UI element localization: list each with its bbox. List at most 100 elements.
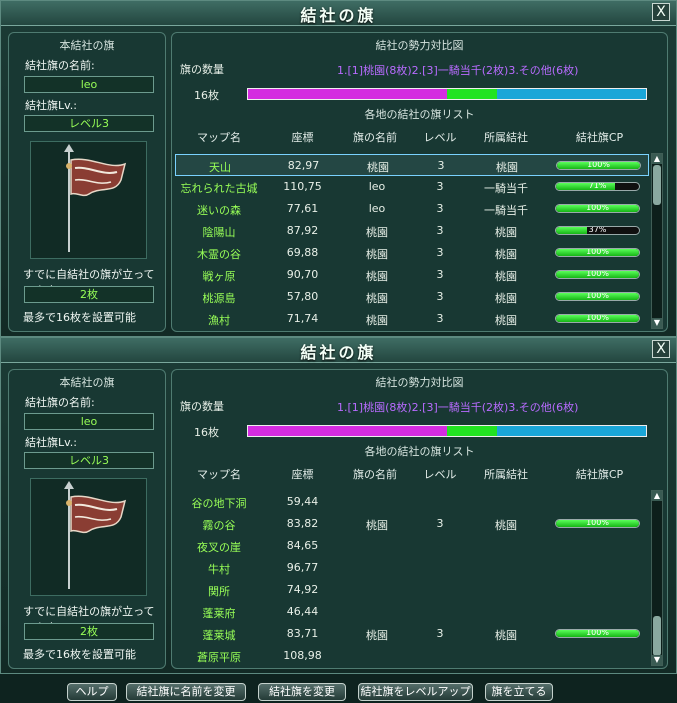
coordinates: 59,44 (286, 495, 319, 508)
flag-level: 3 (436, 202, 444, 215)
place-flag-button[interactable]: 旗を立てる (485, 683, 553, 701)
cp-percent: 71% (588, 182, 607, 190)
map-name: 戦ヶ原 (202, 270, 236, 283)
power-legend: 1.[1]桃園(8枚)2.[3]一騎当千(2枚)3.その他(6枚) (337, 399, 578, 415)
help-button[interactable]: ヘルプ (67, 683, 117, 701)
table-row[interactable]: 蓬莱府 46,44 (175, 601, 649, 623)
table-row[interactable]: 関所 74,92 (175, 579, 649, 601)
table-row[interactable]: 迷いの森 77,61 leo 3 一騎当千 100% (175, 198, 649, 220)
scroll-down-button[interactable]: ▼ (652, 655, 662, 665)
scroll-up-button[interactable]: ▲ (652, 154, 662, 164)
table-row[interactable]: 夜叉の崖 84,65 (175, 535, 649, 557)
map-name: 蓬莱城 (202, 629, 236, 642)
flag-list-title: 各地の結社の旗リスト (364, 108, 475, 121)
guild-flag-window-2: 結社の旗 X 本結社の旗 結社旗の名前: leo 結社旗Lv.: レベル3 すで… (0, 337, 677, 674)
window-title: 結社の旗 (300, 6, 377, 25)
cp-percent: 100% (586, 629, 609, 637)
cp-progress-bar: 100% (555, 314, 640, 323)
flag-level: 3 (436, 224, 444, 237)
table-row[interactable]: 天山 82,97 桃園 3 桃園 100% (175, 154, 649, 176)
cp-progress-bar: 100% (555, 204, 640, 213)
table-row[interactable]: 谷の地下洞 59,44 (175, 491, 649, 513)
table-row[interactable]: 忘れられた古城 110,75 leo 3 一騎当千 71% (175, 176, 649, 198)
table-row[interactable]: 陰陽山 87,92 桃園 3 桃園 37% (175, 220, 649, 242)
change-flag-button[interactable]: 結社旗を変更 (258, 683, 346, 701)
guild-flag-image (64, 481, 127, 589)
scroll-thumb[interactable] (653, 616, 661, 656)
cp-percent: 100% (587, 161, 610, 169)
flag-name-field: leo (24, 413, 154, 430)
map-name: 桃源島 (202, 292, 236, 305)
rename-flag-button[interactable]: 結社旗に名前を変更 (126, 683, 246, 701)
coordinates: 83,71 (286, 627, 319, 640)
coordinates: 108,98 (283, 649, 322, 662)
close-button[interactable]: X (652, 340, 670, 358)
list-scrollbar[interactable]: ▲ ▼ (651, 490, 663, 666)
flag-count-label: 旗の数量 (180, 63, 224, 76)
col-level[interactable]: レベル (422, 466, 458, 482)
col-guild[interactable]: 所属結社 (465, 129, 547, 145)
power-bar-other (496, 426, 646, 436)
cp-progress-bar: 100% (555, 270, 640, 279)
levelup-flag-button[interactable]: 結社旗をレベルアップ (358, 683, 473, 701)
cp-progress-bar: 100% (556, 161, 641, 170)
scroll-down-button[interactable]: ▼ (652, 318, 662, 328)
col-flag-name[interactable]: 旗の名前 (342, 466, 408, 482)
scroll-up-button[interactable]: ▲ (652, 491, 662, 501)
flag-level: 3 (436, 627, 444, 640)
owning-guild: 桃園 (496, 161, 518, 174)
cp-percent: 100% (586, 270, 609, 278)
table-row[interactable]: 牛村 96,77 (175, 557, 649, 579)
power-bar-other (496, 89, 646, 99)
table-row[interactable]: 霧の谷 83,82 桃園 3 桃園 100% (175, 513, 649, 535)
scroll-thumb[interactable] (653, 165, 661, 205)
table-row[interactable]: 蓬莱城 83,71 桃園 3 桃園 100% (175, 623, 649, 645)
col-cp[interactable]: 結社旗CP (557, 466, 642, 482)
flag-level-label: 結社旗Lv.: (25, 99, 77, 112)
map-name: 夜叉の崖 (197, 541, 241, 554)
col-level[interactable]: レベル (422, 129, 458, 145)
col-coord[interactable]: 座標 (275, 129, 330, 145)
map-name: 陰陽山 (202, 226, 236, 239)
guild-flag-image (64, 144, 127, 252)
bottom-button-bar: ヘルプ 結社旗に名前を変更 結社旗を変更 結社旗をレベルアップ 旗を立てる (0, 675, 677, 703)
power-comparison-title: 結社の勢力対比図 (375, 39, 464, 52)
cp-percent: 100% (586, 248, 609, 256)
flag-level: 3 (436, 246, 444, 259)
map-name: 天山 (209, 161, 231, 174)
flag-preview (30, 478, 147, 596)
table-row[interactable]: 桃源島 57,80 桃園 3 桃園 100% (175, 286, 649, 308)
close-button[interactable]: X (652, 3, 670, 21)
own-guild-flag-panel: 本結社の旗 結社旗の名前: leo 結社旗Lv.: レベル3 すでに自結社の旗が… (8, 369, 166, 669)
flag-level: 3 (436, 268, 444, 281)
flag-level: 3 (437, 159, 445, 172)
title-bar: 結社の旗 X (1, 1, 676, 26)
table-row[interactable]: 木霊の谷 69,88 桃園 3 桃園 100% (175, 242, 649, 264)
cp-percent: 100% (586, 519, 609, 527)
guild-power-panel: 結社の勢力対比図 旗の数量 1.[1]桃園(8枚)2.[3]一騎当千(2枚)3.… (171, 32, 668, 332)
cp-percent: 100% (586, 292, 609, 300)
own-flag-section-title: 本結社の旗 (59, 376, 115, 389)
guild-flag-window-1: 結社の旗 X 本結社の旗 結社旗の名前: leo 結社旗Lv.: レベル3 すで… (0, 0, 677, 337)
window-title: 結社の旗 (300, 343, 377, 362)
flag-level: 3 (436, 517, 444, 530)
list-scrollbar[interactable]: ▲ ▼ (651, 153, 663, 329)
col-coord[interactable]: 座標 (275, 466, 330, 482)
col-map[interactable]: マップ名 (175, 466, 263, 482)
col-guild[interactable]: 所属結社 (465, 466, 547, 482)
power-bar-guild1 (248, 426, 447, 436)
map-name: 蒼原平原 (197, 651, 241, 664)
table-row[interactable]: 戦ヶ原 90,70 桃園 3 桃園 100% (175, 264, 649, 286)
table-row[interactable]: 蒼原平原 108,98 (175, 645, 649, 667)
map-name: 関所 (208, 585, 230, 598)
table-row[interactable]: 漁村 71,74 桃園 3 桃園 100% (175, 308, 649, 330)
flag-name: 桃園 (366, 248, 388, 261)
col-map[interactable]: マップ名 (175, 129, 263, 145)
max-flags-note: 最多で16枚を設置可能 (23, 311, 136, 324)
flag-name-label: 結社旗の名前: (25, 396, 95, 409)
flag-name: 桃園 (366, 270, 388, 283)
flag-preview (30, 141, 147, 259)
col-flag-name[interactable]: 旗の名前 (342, 129, 408, 145)
flag-name: 桃園 (366, 226, 388, 239)
col-cp[interactable]: 結社旗CP (557, 129, 642, 145)
